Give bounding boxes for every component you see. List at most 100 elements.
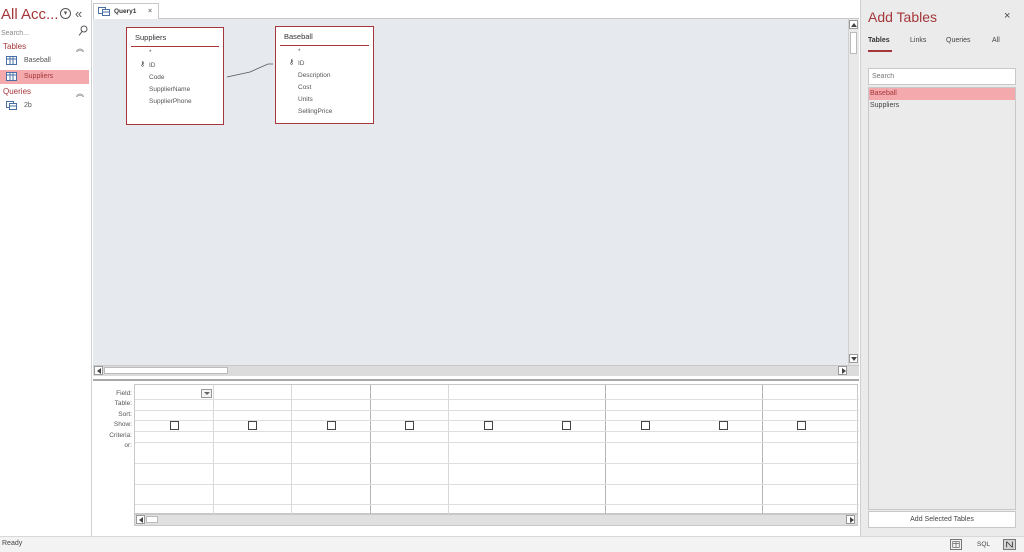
grid-row-divider [135, 410, 859, 411]
field-list-divider [280, 45, 369, 46]
grid-row-label-sort: Sort: [118, 411, 132, 418]
nav-search-input[interactable] [1, 27, 89, 39]
show-checkbox[interactable] [562, 421, 571, 430]
grid-scroll-thumb[interactable] [146, 516, 158, 523]
field-item[interactable]: SellingPrice [298, 108, 332, 115]
tab-close-icon[interactable]: × [148, 4, 152, 19]
field-item[interactable]: ID [298, 60, 305, 67]
show-checkbox[interactable] [327, 421, 336, 430]
field-list-baseball[interactable]: Baseball * ⚷ ID Description Cost Units S… [275, 26, 374, 124]
document-tab-bar: Query1 × [93, 3, 859, 19]
field-item[interactable]: * [149, 49, 152, 56]
scroll-right-arrow-icon[interactable] [846, 515, 855, 524]
tab-links[interactable]: Links [910, 37, 926, 44]
add-tables-title: Add Tables [868, 9, 938, 25]
scroll-up-arrow-icon[interactable] [849, 20, 858, 29]
field-item[interactable]: Description [298, 72, 331, 79]
show-checkbox[interactable] [797, 421, 806, 430]
horizontal-scroll-thumb[interactable] [104, 367, 228, 374]
field-item[interactable]: SupplierName [149, 86, 190, 93]
field-item[interactable]: Cost [298, 84, 311, 91]
design-view-icon[interactable] [950, 539, 962, 550]
scroll-left-arrow-icon[interactable] [94, 366, 103, 375]
field-item[interactable]: * [298, 48, 301, 55]
grid-row-divider [135, 463, 859, 464]
table-icon [6, 72, 17, 81]
grid-row-label-field: Field: [116, 390, 132, 397]
grid-column[interactable] [606, 385, 763, 515]
list-item-suppliers[interactable]: Suppliers [869, 100, 1015, 112]
grid-row-label-or: or: [124, 442, 132, 449]
nav-item-baseball[interactable]: Baseball [0, 54, 89, 68]
grid-row-divider [135, 504, 859, 505]
grid-row-divider [135, 442, 859, 443]
show-checkbox[interactable] [641, 421, 650, 430]
nav-item-label: Suppliers [24, 73, 54, 80]
grid-row-label-table: Table: [114, 400, 132, 407]
nav-item-label: 2b [24, 102, 32, 109]
tab-label: Query1 [114, 8, 137, 15]
show-checkbox[interactable] [484, 421, 493, 430]
search-icon[interactable] [78, 25, 88, 37]
grid-row-divider [135, 484, 859, 485]
field-item[interactable]: Code [149, 74, 165, 81]
query-icon [6, 101, 17, 110]
grid-horizontal-scrollbar[interactable] [134, 514, 858, 526]
grid-row-label-criteria: Criteria: [109, 432, 132, 439]
scroll-down-arrow-icon[interactable] [849, 354, 858, 363]
add-tables-search-input[interactable] [868, 68, 1016, 85]
nav-menu-chevron-icon[interactable]: ▾ [60, 8, 71, 19]
field-item[interactable]: Units [298, 96, 313, 103]
navigation-pane: All Acc... ▾ « Tables ︽ Baseball [0, 0, 92, 536]
primary-key-icon: ⚷ [289, 59, 295, 66]
tab-queries[interactable]: Queries [946, 37, 971, 44]
tab-tables[interactable]: Tables [868, 37, 890, 44]
grid-row-label-show: Show: [113, 421, 132, 428]
group-collapse-icon[interactable]: ︽ [76, 88, 84, 99]
query-icon [98, 7, 110, 16]
scroll-left-arrow-icon[interactable] [136, 515, 145, 524]
field-dropdown-arrow-icon[interactable] [201, 389, 212, 398]
grid-column[interactable] [292, 385, 371, 515]
show-checkbox[interactable] [248, 421, 257, 430]
field-list-title: Baseball [284, 32, 313, 41]
add-tables-list[interactable] [868, 87, 1016, 510]
datasheet-view-icon[interactable] [1003, 539, 1016, 550]
tab-query1[interactable]: Query1 × [93, 3, 159, 19]
field-item[interactable]: ID [149, 62, 156, 69]
add-selected-tables-button[interactable]: Add Selected Tables [868, 511, 1016, 528]
active-tab-indicator [868, 50, 892, 52]
vertical-scroll-thumb[interactable] [850, 32, 857, 54]
field-list-title: Suppliers [135, 33, 167, 42]
grid-column[interactable] [371, 385, 449, 515]
scroll-right-arrow-icon[interactable] [838, 366, 847, 375]
grid-column[interactable] [135, 385, 214, 515]
nav-group-queries[interactable]: Queries [3, 87, 31, 96]
primary-key-icon: ⚷ [140, 61, 146, 68]
grid-column[interactable] [214, 385, 292, 515]
tab-all[interactable]: All [992, 37, 1000, 44]
nav-collapse-icon[interactable]: « [75, 6, 82, 21]
group-collapse-icon[interactable]: ︽ [76, 43, 84, 54]
grid-column[interactable] [449, 385, 606, 515]
show-checkbox[interactable] [170, 421, 179, 430]
table-icon [6, 56, 17, 65]
status-bar [0, 536, 1024, 552]
nav-group-tables[interactable]: Tables [3, 42, 26, 51]
grid-row-divider [135, 399, 859, 400]
nav-pane-title[interactable]: All Acc... [1, 6, 59, 23]
query-design-grid[interactable] [134, 384, 859, 515]
nav-item-query-2b[interactable]: 2b [0, 99, 89, 113]
design-vertical-scrollbar[interactable] [848, 19, 859, 365]
list-item-baseball[interactable]: Baseball [869, 88, 1015, 100]
show-checkbox[interactable] [719, 421, 728, 430]
field-list-suppliers[interactable]: Suppliers * ⚷ ID Code SupplierName Suppl… [126, 27, 224, 125]
nav-item-suppliers[interactable]: Suppliers [0, 70, 89, 84]
field-list-divider [131, 46, 219, 47]
nav-item-label: Baseball [24, 57, 51, 64]
sql-view-button[interactable]: SQL [977, 539, 991, 550]
show-checkbox[interactable] [405, 421, 414, 430]
grid-row-divider [135, 431, 859, 432]
close-icon[interactable]: × [1004, 10, 1010, 22]
field-item[interactable]: SupplierPhone [149, 98, 192, 105]
